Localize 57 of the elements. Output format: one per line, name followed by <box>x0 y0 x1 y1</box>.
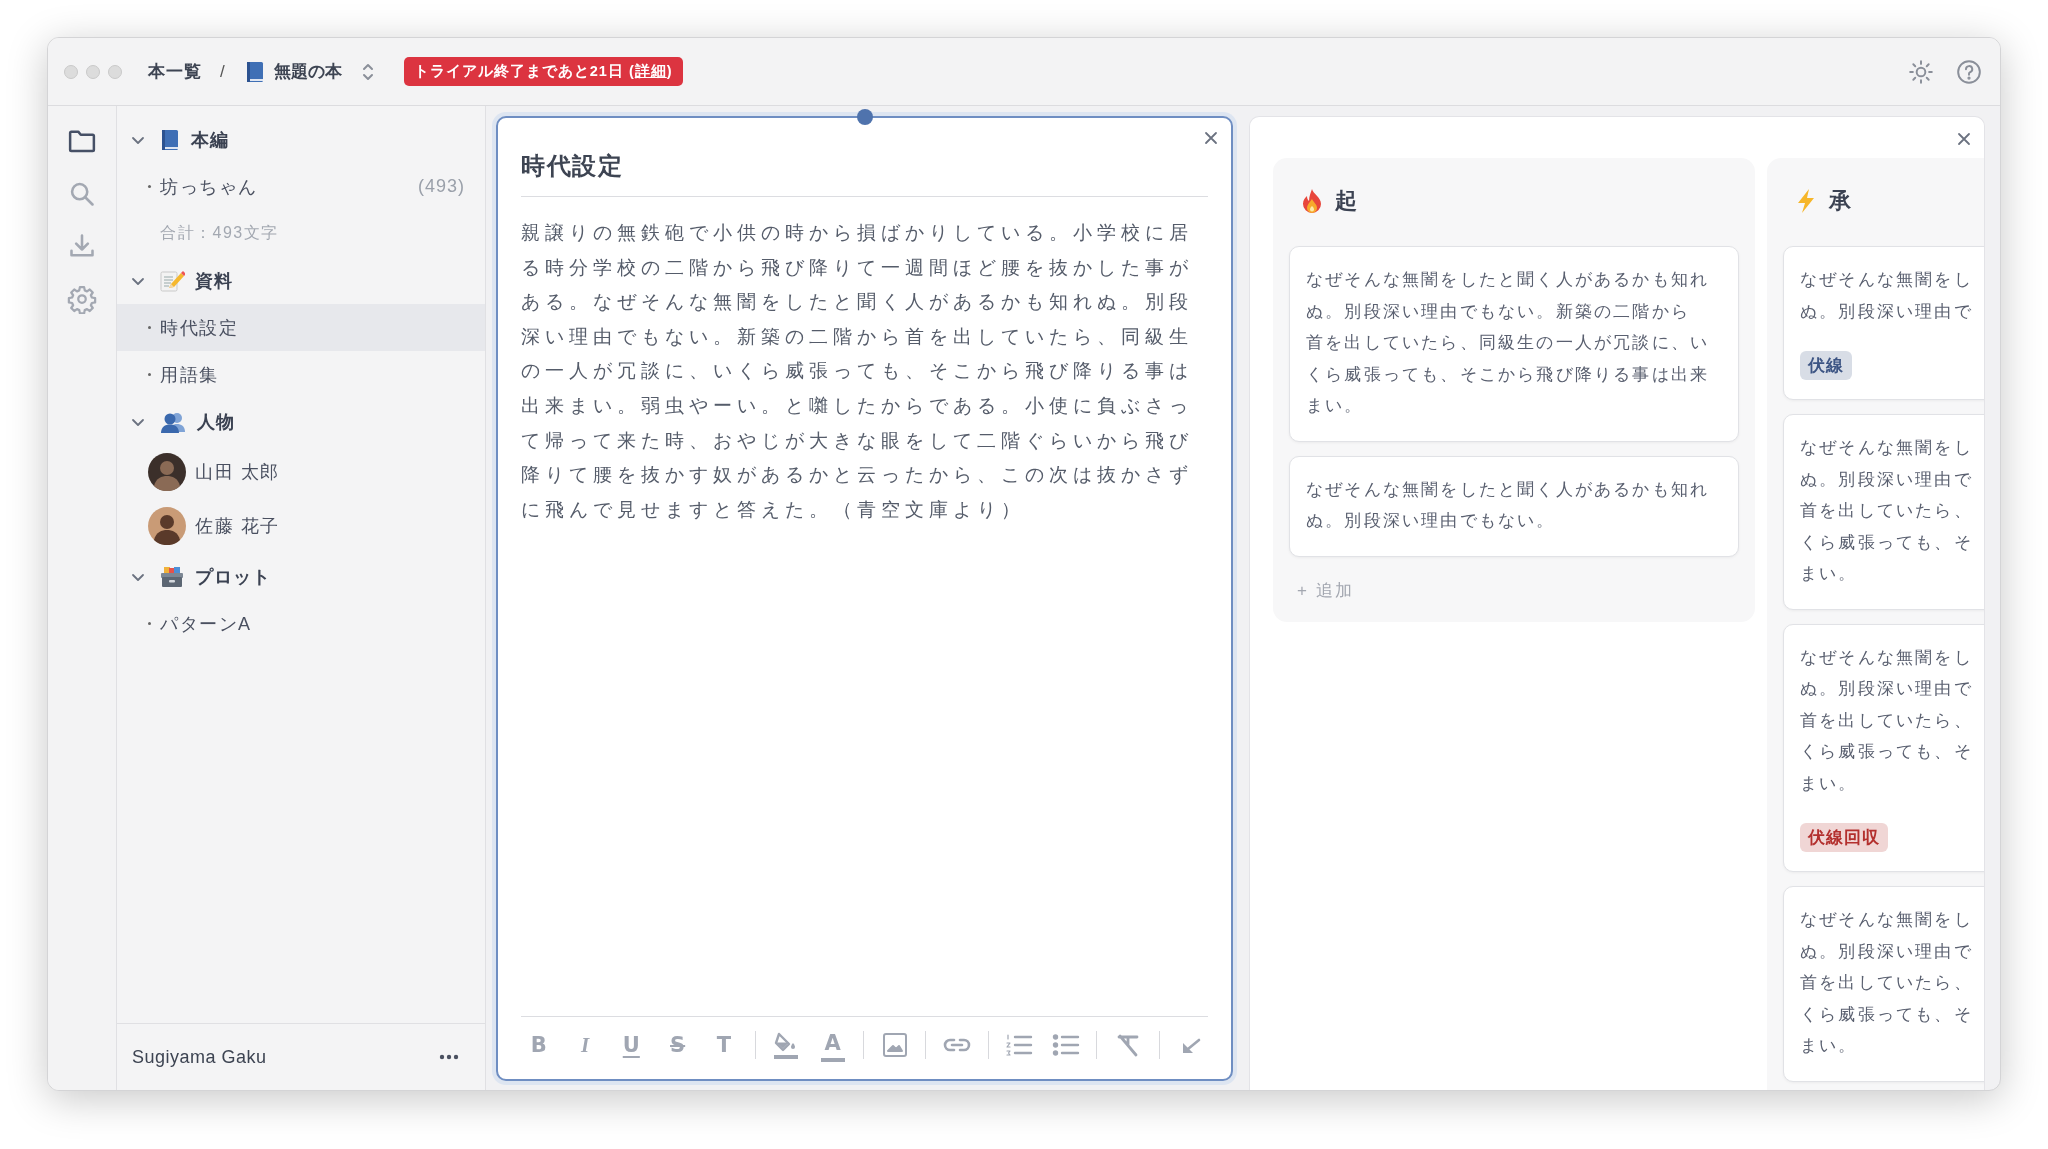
document-title: 時代設定 <box>521 150 1208 197</box>
card-text: なぜそんな無闇をし ぬ。別段深い理由で <box>1800 269 1974 323</box>
close-icon <box>1956 131 1972 147</box>
section-header[interactable]: プロット <box>117 553 485 600</box>
user-name: Sugiyama Gaku <box>132 1046 267 1068</box>
section-header[interactable]: 人物 <box>117 398 485 445</box>
window-minimize-button[interactable] <box>86 64 100 79</box>
breadcrumb-link[interactable]: 本一覧 <box>148 60 202 83</box>
character-item[interactable]: 山田 太郎 <box>117 445 485 499</box>
section-header[interactable]: 本編 <box>117 116 485 163</box>
lightning-icon <box>1795 188 1817 214</box>
window-close-button[interactable] <box>64 64 78 79</box>
clear-format-icon <box>1115 1033 1141 1057</box>
total-count: 合計：493文字 <box>159 223 280 243</box>
tree-item[interactable]: パターンA <box>117 600 485 647</box>
resize-handle[interactable] <box>856 109 873 125</box>
theme-button[interactable] <box>1908 58 1934 85</box>
tree-item[interactable]: 時代設定 <box>117 304 485 351</box>
help-icon <box>1956 58 1982 85</box>
close-icon <box>1203 130 1219 146</box>
tag: 伏線回収 <box>1800 823 1888 852</box>
tree-item[interactable]: 用語集 <box>117 351 485 398</box>
memo-icon <box>159 268 185 293</box>
character-item[interactable]: 佐藤 花子 <box>117 499 485 553</box>
column-title: 起 <box>1335 187 1357 215</box>
section-header[interactable]: 資料 <box>117 257 485 304</box>
up-down-chevron-icon <box>361 61 374 82</box>
book-icon <box>159 127 181 152</box>
document-body: 親譲りの無鉄砲で小供の時から損ばかりしている。小学校に居る時分学校の二階から飛び降りて一週間ほど腰を抜かした事がある。なぜそんな無闇をしたと聞く人があるかも知れぬ。別段深い理由でもない。新築の二階から首を出していたら、同級生の一人が冗談に、いくら威張っても、そこから飛び降りる事は出来まい。弱虫やーい。と囃したからである。小使に負ぶさって帰って来た時、おやじが大きな眼をして二階ぐらいから飛び降りて腰を抜かす奴があるかと云ったから、この次は抜かさずに飛んで見せますと答えた。（青空文庫より） <box>521 221 1194 522</box>
card-text: なぜそんな無闇をしたと聞く人があるかも知れ ぬ。別段深い理由でもない。新築の二階から 首を出していたら、同級生の一人が冗談に、い くら威張っても、そこから飛び降りる事は出来 まい。 <box>1306 269 1711 417</box>
settings-icon <box>67 284 97 314</box>
card-text: なぜそんな無闇をし ぬ。別段深い理由で 首を出していたら、 くら威張っても、そ まい。 <box>1800 437 1974 585</box>
download-icon <box>68 232 96 260</box>
avatar <box>148 507 186 545</box>
tag: 伏線 <box>1800 351 1852 380</box>
window-zoom-button[interactable] <box>108 64 122 79</box>
image-icon <box>881 1032 908 1058</box>
card-box-icon <box>159 564 185 589</box>
paint-bucket-icon <box>773 1030 800 1060</box>
help-button[interactable] <box>1956 58 1982 85</box>
word-count: (493) <box>417 176 465 197</box>
tree-item[interactable]: 坊っちゃん (493) <box>117 163 485 210</box>
card-text: なぜそんな無闇をし ぬ。別段深い理由で 首を出していたら、 くら威張っても、そ まい。 <box>1800 909 1974 1057</box>
book-selector[interactable]: 無題の本 <box>243 59 374 84</box>
card-text: なぜそんな無闇をしたと聞く人があるかも知れ ぬ。別段深い理由でもない。 <box>1306 478 1711 532</box>
details-link[interactable]: 詳細 <box>634 63 667 79</box>
numbered-list-icon <box>1005 1033 1034 1057</box>
column-title: 承 <box>1829 187 1851 215</box>
fire-icon <box>1301 188 1323 214</box>
card-text: なぜそんな無闇をし ぬ。別段深い理由で 首を出していたら、 くら威張っても、そ まい。 <box>1800 646 1974 795</box>
trial-banner: トライアル終了まであと21日 (詳細) <box>403 57 683 86</box>
breadcrumb-separator: / <box>220 61 226 82</box>
more-icon <box>439 1054 459 1060</box>
bullet-list-icon <box>1051 1033 1080 1057</box>
avatar <box>148 453 186 491</box>
sun-icon <box>1908 58 1934 85</box>
search-icon <box>68 180 96 208</box>
